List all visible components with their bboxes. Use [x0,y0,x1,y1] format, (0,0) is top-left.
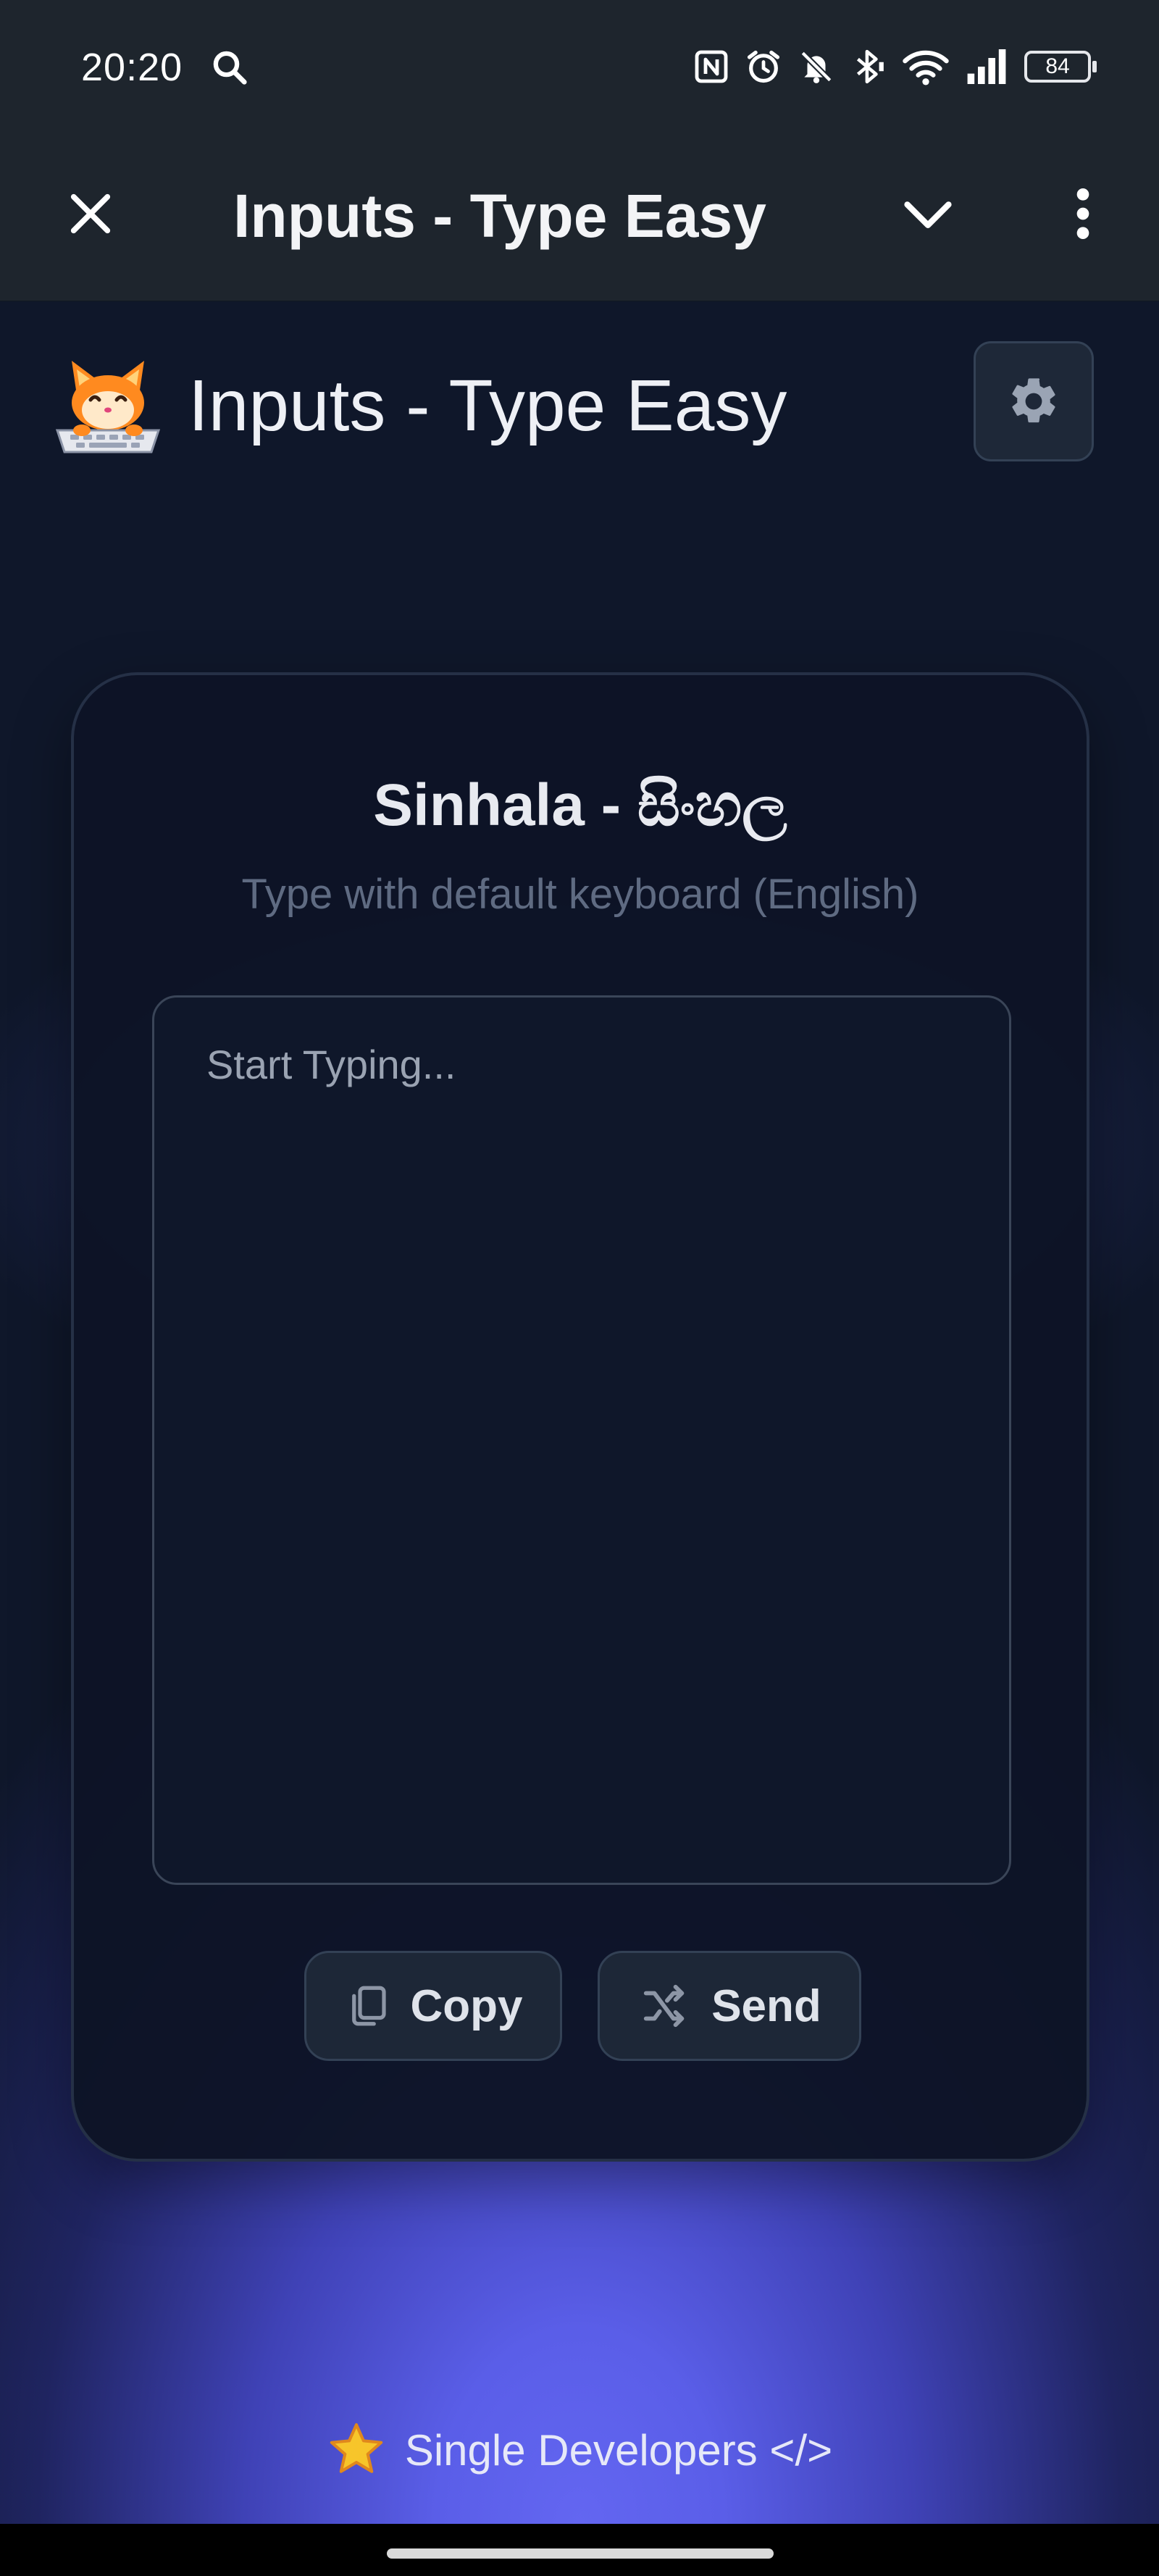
battery-icon: 84 [1024,51,1097,83]
search-icon [213,51,247,85]
status-bar: 20:20 84 [0,0,1159,130]
shuffle-icon [644,1984,685,2028]
collapse-button[interactable] [895,181,961,246]
input-card: Sinhala - සිංහල Type with default keyboa… [71,672,1089,2162]
close-icon [70,193,111,234]
system-nav-bar [0,2524,1159,2576]
signal-icon [967,49,1006,84]
close-button[interactable] [58,181,123,246]
battery-level: 84 [1045,54,1070,78]
more-vert-icon [1076,188,1089,239]
app-title: Inputs - Type Easy [188,365,787,446]
settings-button[interactable] [974,341,1094,461]
language-title: Sinhala - සිංහල [373,772,787,838]
copy-button[interactable]: Copy [304,1951,562,2061]
send-label: Send [711,1981,821,2031]
cat-keyboard-logo [55,361,161,453]
bell-off-icon [800,51,832,83]
copy-icon [351,1986,386,2026]
bluetooth-icon [856,49,884,84]
typing-input[interactable] [152,995,1011,1885]
send-button[interactable]: Send [598,1951,861,2061]
app-toolbar: Inputs - Type Easy [0,130,1159,302]
chevron-down-icon [904,201,952,228]
wifi-icon [903,50,949,85]
nfc-icon [695,50,728,83]
more-options-button[interactable] [1050,181,1116,246]
status-icons: 84 [694,45,1097,88]
gear-icon [1012,378,1055,423]
footer-text: Single Developers </> [404,2425,833,2475]
keyboard-hint: Type with default keyboard (English) [241,871,919,918]
home-gesture-handle[interactable] [387,2548,774,2559]
toolbar-title: Inputs - Type Easy [233,182,766,250]
app-header: Inputs - Type Easy [49,355,787,456]
status-time: 20:20 [81,46,183,89]
footer-credit[interactable]: Single Developers </> [0,2420,1159,2480]
copy-label: Copy [410,1981,523,2031]
star-icon [330,2423,383,2473]
page-content: Inputs - Type Easy Sinhala - සිංහල Type … [0,301,1159,2524]
alarm-icon [747,50,780,83]
